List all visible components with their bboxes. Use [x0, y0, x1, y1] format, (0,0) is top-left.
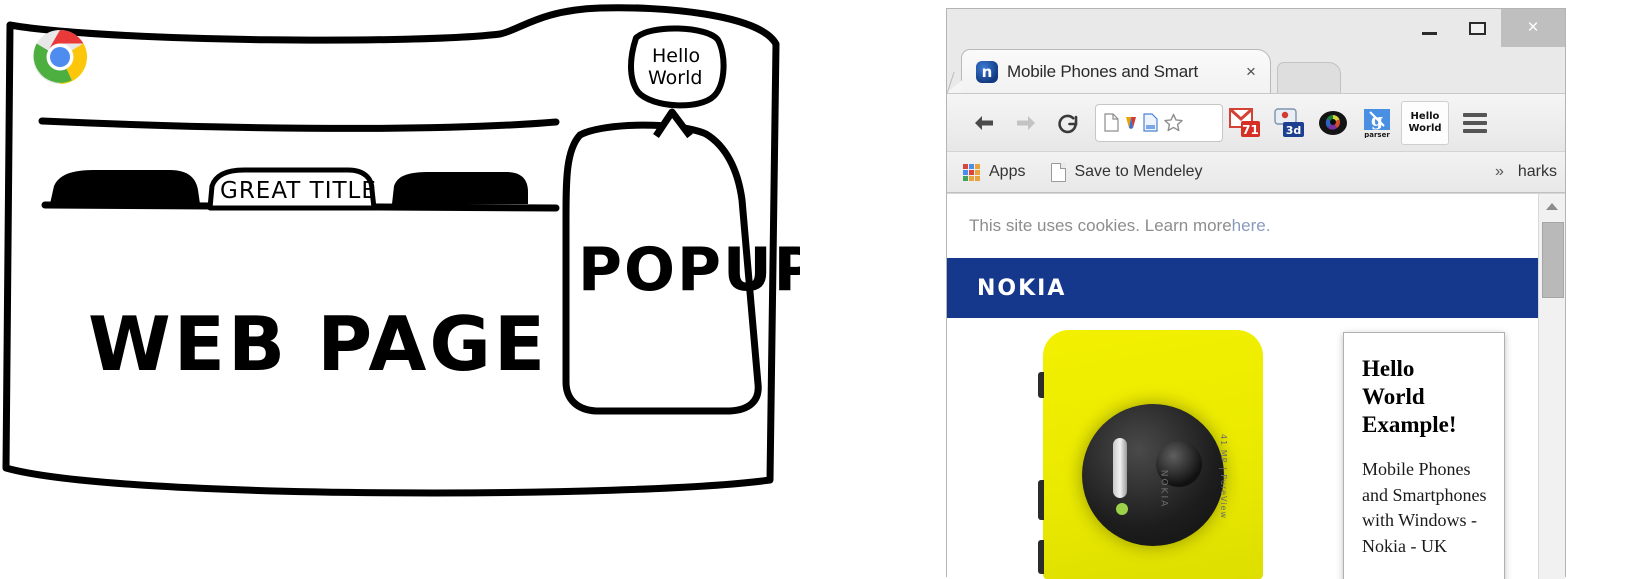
- svg-text:3d: 3d: [1286, 124, 1302, 137]
- camera-extension-icon[interactable]: [1311, 102, 1355, 144]
- new-tab-button[interactable]: [1277, 62, 1341, 93]
- gmail-extension-icon[interactable]: 71: [1223, 102, 1267, 144]
- hello-world-extension-popup: Hello World Example! Mobile Phones and S…: [1343, 332, 1505, 579]
- forward-button[interactable]: [1005, 102, 1047, 144]
- diigo-3d-extension-icon[interactable]: 3d: [1267, 102, 1311, 144]
- reload-button[interactable]: [1047, 102, 1089, 144]
- bookmarks-bar: Apps Save to Mendeley » harks: [947, 151, 1565, 193]
- nokia-n-favicon: n: [976, 60, 998, 83]
- svg-text:71: 71: [1242, 123, 1259, 137]
- scroll-up-triangle: [1546, 202, 1558, 210]
- led-light: [1116, 503, 1129, 516]
- bookmarks-overflow-button[interactable]: »: [1495, 163, 1504, 181]
- popup-heading: Hello World Example!: [1362, 355, 1490, 439]
- back-button[interactable]: [963, 102, 1005, 144]
- popup-body-text: Mobile Phones and Smartphones with Windo…: [1362, 459, 1487, 556]
- cookie-notice-text: This site uses cookies. Learn more: [969, 216, 1232, 235]
- popup-heading-line3: Example!: [1362, 412, 1457, 438]
- chrome-browser-window: × n Mobile Phones and Smart × 71 3d g pa…: [946, 8, 1566, 579]
- sketch-tab-label: GREAT TITLE: [220, 178, 377, 204]
- screenshot-canvas: GREAT TITLE WEB PAGE POPUP Hello World ×…: [0, 0, 1643, 579]
- bookmark-apps[interactable]: Apps: [963, 163, 1025, 181]
- maximize-icon: [1468, 21, 1486, 35]
- scrollbar-thumb[interactable]: [1542, 222, 1564, 298]
- sketch-toolbar-line: [38, 117, 560, 132]
- sketch-bubble-line1: Hello: [652, 45, 700, 67]
- window-controls: ×: [1405, 9, 1565, 47]
- tab-close-button[interactable]: ×: [1240, 62, 1262, 82]
- chrome-logo-icon: [33, 29, 88, 85]
- hello-world-extension-icon[interactable]: Hello World: [1401, 100, 1449, 145]
- sketch-bubble-line2: World: [648, 67, 702, 89]
- forward-arrow-icon: [1017, 115, 1035, 130]
- phone-side-button-3: [1038, 540, 1044, 574]
- minimize-button[interactable]: [1405, 9, 1453, 47]
- phone-side-button-1: [1038, 372, 1044, 398]
- back-arrow-icon: [975, 115, 993, 130]
- scroll-up-arrow-icon[interactable]: [1539, 194, 1565, 218]
- bookmark-apps-label: Apps: [989, 163, 1026, 180]
- camera-module: NOKIA 41 MP | PureView: [1082, 404, 1228, 546]
- nokia-lumia-1020-yellow-phone: NOKIA 41 MP | PureView: [1038, 330, 1263, 579]
- browser-toolbar: 71 3d g parser Hello World: [947, 93, 1565, 151]
- close-icon: ×: [1527, 17, 1539, 38]
- page-icon: [1104, 113, 1119, 132]
- bookmark-save-to-mendeley[interactable]: Save to Mendeley: [1051, 162, 1203, 182]
- tab-strip: n Mobile Phones and Smart ×: [961, 47, 1341, 93]
- star-icon[interactable]: [1164, 113, 1183, 132]
- popup-heading-line2: World: [1362, 384, 1425, 410]
- close-button[interactable]: ×: [1501, 9, 1565, 47]
- popup-heading-line1: Hello: [1362, 356, 1415, 381]
- apps-grid-icon: [963, 163, 980, 181]
- page-scrollbar[interactable]: [1538, 194, 1565, 579]
- page-viewport: This site uses cookies. Learn more here.…: [947, 193, 1565, 579]
- sketch-popup-tail: [653, 108, 693, 139]
- cookie-notice: This site uses cookies. Learn more here.: [947, 194, 1565, 258]
- nokia-brand-banner: NOKIA: [947, 258, 1565, 318]
- reader-icon[interactable]: [1143, 113, 1158, 132]
- phone-side-button-2: [1038, 480, 1044, 520]
- sketch-page-label: WEB PAGE: [88, 300, 548, 388]
- tab-mobile-phones[interactable]: n Mobile Phones and Smart ×: [961, 49, 1271, 93]
- minimize-icon: [1421, 31, 1437, 35]
- hand-drawn-browser-sketch: GREAT TITLE WEB PAGE POPUP Hello World: [0, 0, 800, 520]
- maximize-button[interactable]: [1453, 9, 1501, 47]
- svg-text:parser: parser: [1364, 131, 1390, 138]
- document-icon: [1051, 162, 1067, 182]
- camera-spec-text: 41 MP | PureView: [1219, 434, 1229, 520]
- address-bar[interactable]: [1095, 103, 1223, 142]
- menu-bar-1: [1463, 112, 1487, 117]
- hello-world-icon-line1: Hello: [1410, 110, 1440, 122]
- nokia-logo: NOKIA: [977, 275, 1067, 301]
- menu-bar-3: [1463, 128, 1487, 133]
- tab-title: Mobile Phones and Smart: [1007, 61, 1199, 81]
- hamburger-menu-icon[interactable]: [1455, 102, 1495, 144]
- menu-bar-2: [1463, 120, 1487, 125]
- hello-world-icon-line2: World: [1408, 122, 1442, 134]
- other-bookmarks-label[interactable]: harks: [1518, 163, 1557, 181]
- cookie-learn-more-link[interactable]: here.: [1232, 216, 1271, 236]
- parser-extension-icon[interactable]: g parser: [1355, 102, 1399, 144]
- camera-brand-text: NOKIA: [1158, 469, 1169, 508]
- xenon-flash-icon: [1113, 438, 1128, 499]
- sketch-popup-label: POPUP: [578, 235, 800, 305]
- reload-icon: [1058, 114, 1078, 133]
- bookmark-label: Save to Mendeley: [1074, 163, 1203, 180]
- v-icon[interactable]: [1125, 116, 1137, 130]
- title-bar: × n Mobile Phones and Smart ×: [947, 9, 1565, 93]
